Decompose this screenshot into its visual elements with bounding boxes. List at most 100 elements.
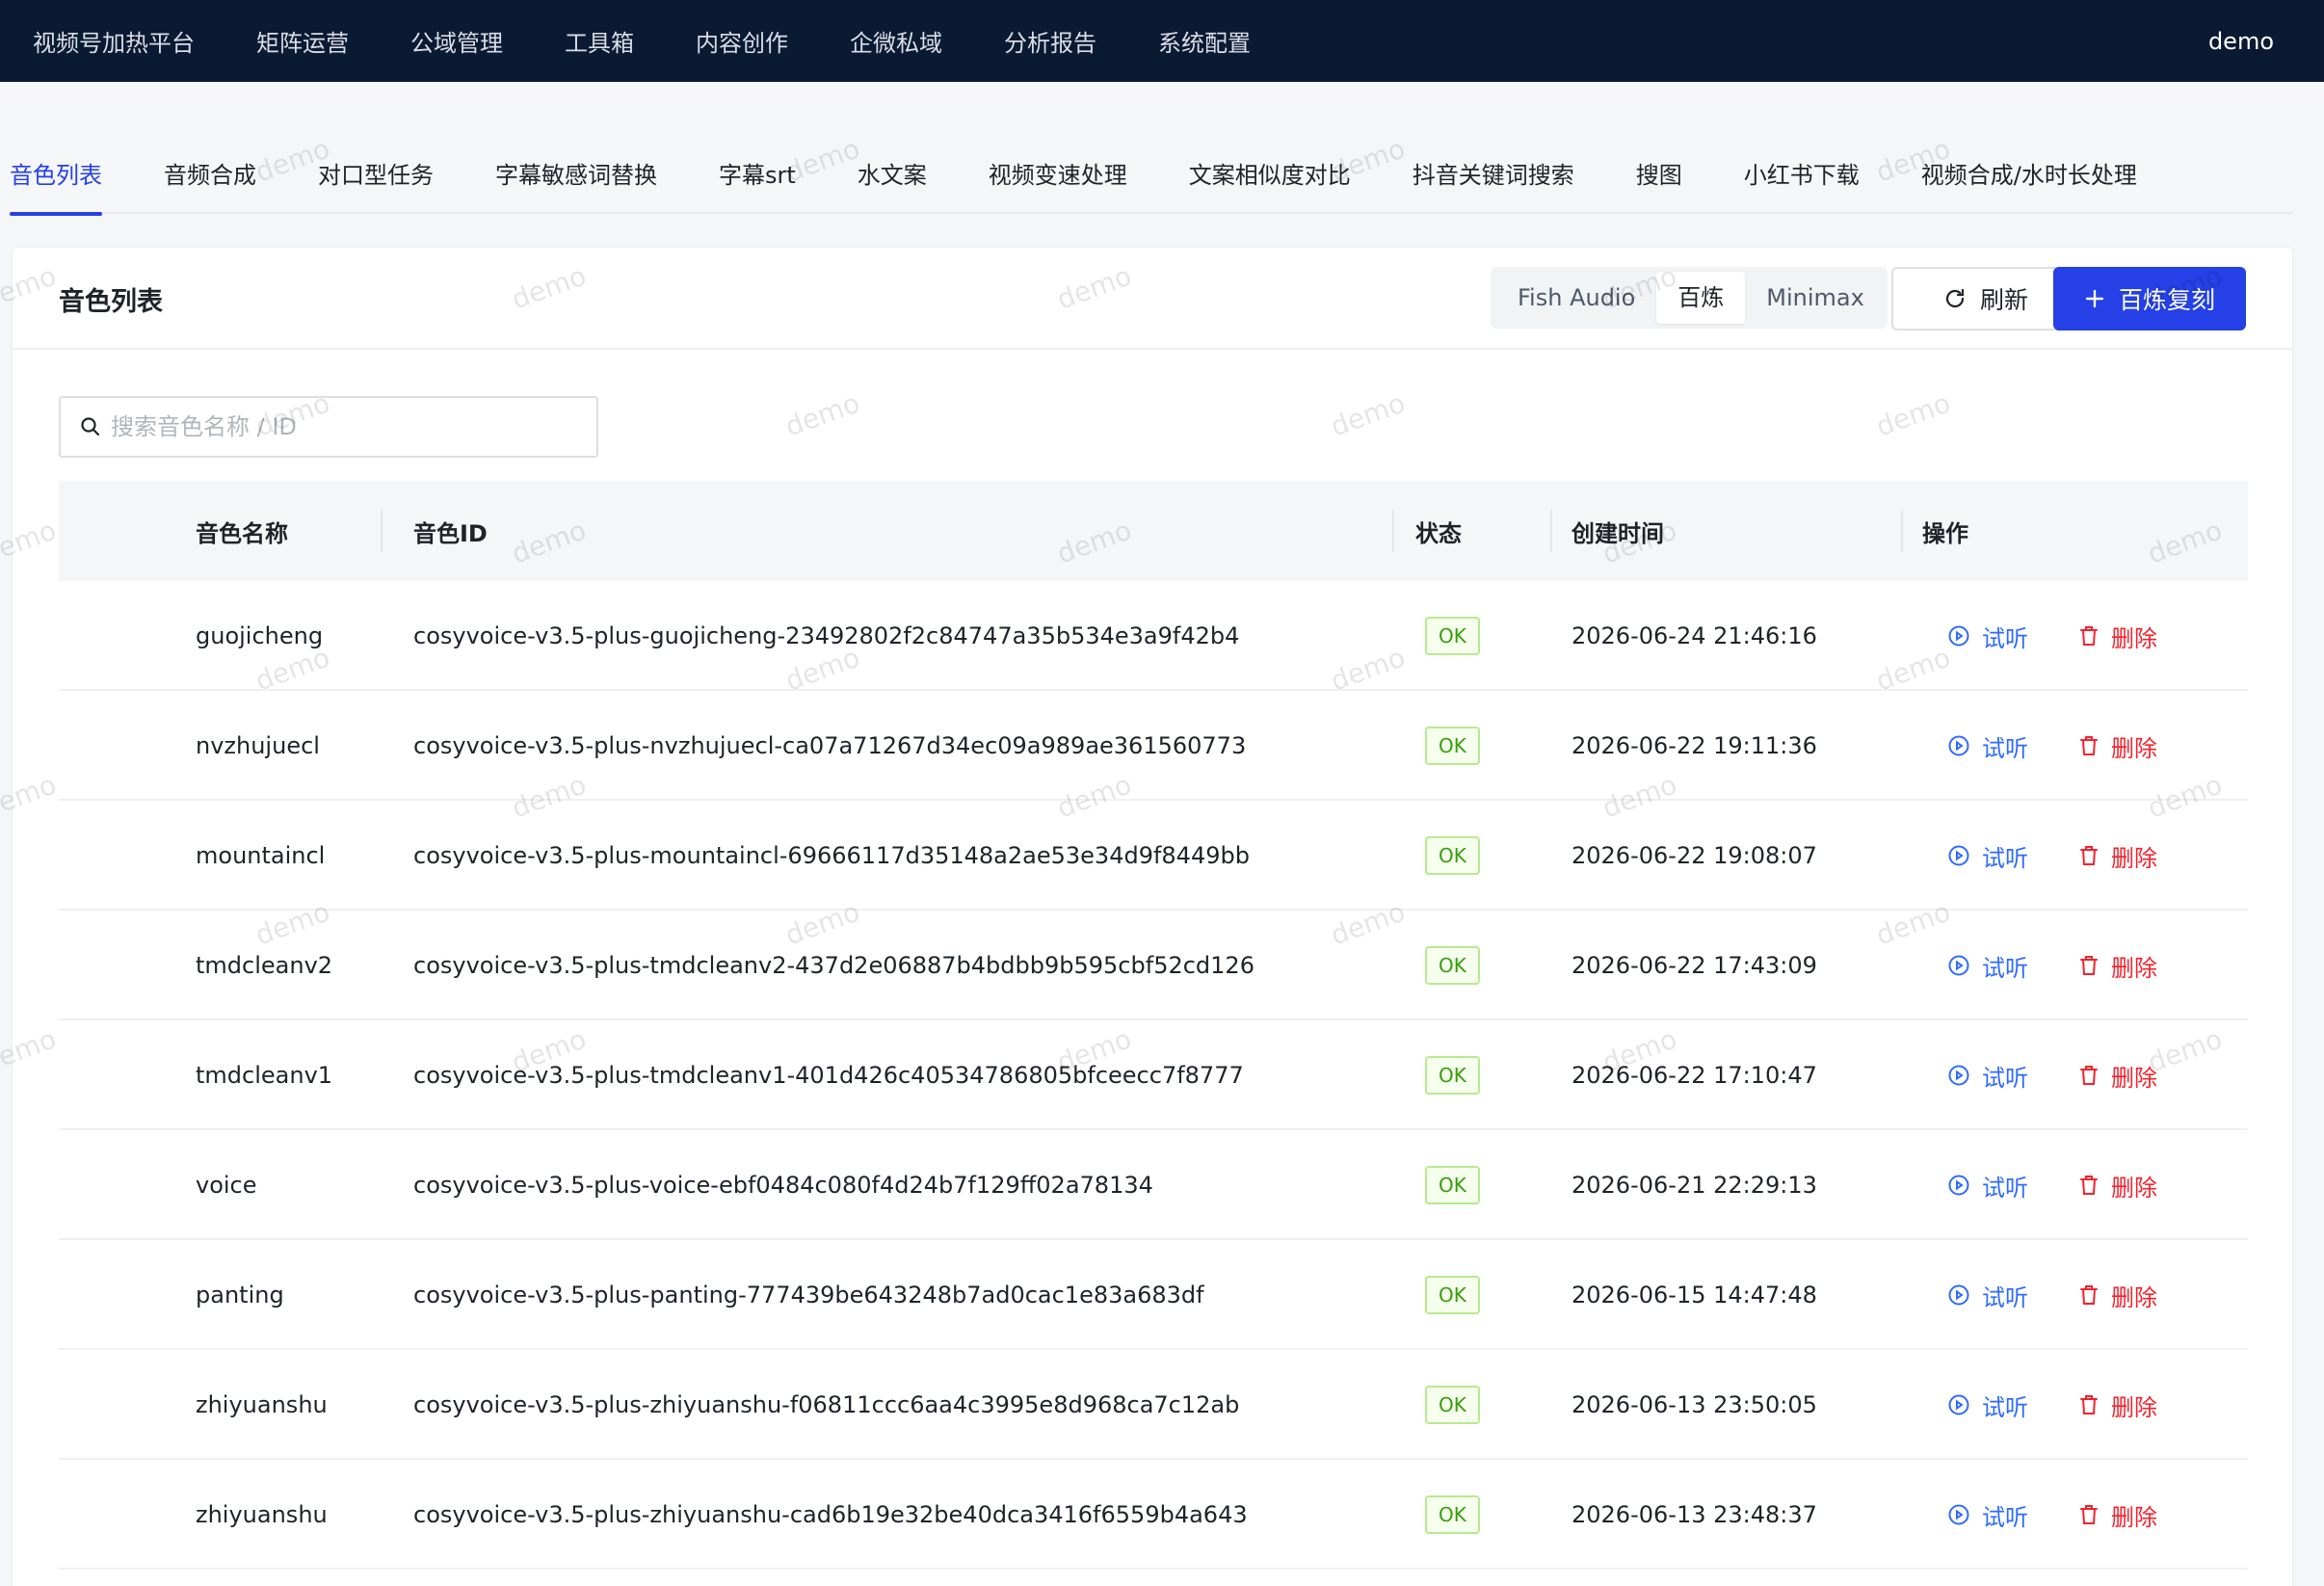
listen-button[interactable]: 试听 xyxy=(1947,1498,2028,1532)
listen-button[interactable]: 试听 xyxy=(1947,1059,2028,1093)
provider-minimax[interactable]: Minimax xyxy=(1745,272,1886,324)
table-row: tmdcleanv2 cosyvoice-v3.5-plus-tmdcleanv… xyxy=(59,911,2248,1020)
play-circle-icon xyxy=(1948,845,1969,866)
delete-button[interactable]: 删除 xyxy=(2078,1059,2157,1093)
play-circle-icon xyxy=(1948,1065,1969,1086)
bailian-clone-button[interactable]: 百炼复刻 xyxy=(2053,267,2246,330)
voice-list-card: 音色列表 Fish Audio 百炼 Minimax 刷新 百炼复刻 音色名称 xyxy=(12,247,2293,1586)
user-menu[interactable]: demo xyxy=(2208,0,2274,82)
card-header: 音色列表 Fish Audio 百炼 Minimax 刷新 百炼复刻 xyxy=(13,248,2292,350)
listen-button[interactable]: 试听 xyxy=(1947,1279,2028,1312)
search-input[interactable] xyxy=(111,413,573,440)
listen-action-cell: 试听 xyxy=(1947,911,2028,1020)
delete-button[interactable]: 删除 xyxy=(2078,1388,2157,1422)
listen-button[interactable]: 试听 xyxy=(1947,729,2028,763)
delete-button[interactable]: 删除 xyxy=(2078,620,2157,653)
tab-water-copy[interactable]: 水文案 xyxy=(858,125,927,214)
status-badge: OK xyxy=(1425,727,1480,765)
tab-subtitle-word-replace[interactable]: 字幕敏感词替换 xyxy=(495,125,657,214)
nav-item-analytics[interactable]: 分析报告 xyxy=(1004,24,1096,58)
play-circle-icon xyxy=(1948,625,1969,647)
delete-button[interactable]: 删除 xyxy=(2078,839,2157,873)
listen-button[interactable]: 试听 xyxy=(1947,1169,2028,1203)
provider-fish-audio[interactable]: Fish Audio xyxy=(1496,272,1656,324)
voice-name: zhiyuanshu xyxy=(196,1391,328,1418)
tab-image-search[interactable]: 搜图 xyxy=(1636,125,1682,214)
status-cell: OK xyxy=(1425,1350,1480,1460)
nav-item-video-heat[interactable]: 视频号加热平台 xyxy=(33,24,195,58)
status-cell: OK xyxy=(1425,1020,1480,1130)
listen-label: 试听 xyxy=(1982,1503,2028,1531)
trash-icon xyxy=(2080,1066,2098,1085)
trash-icon xyxy=(2080,1285,2098,1305)
search-box[interactable] xyxy=(59,396,598,458)
tab-lip-sync[interactable]: 对口型任务 xyxy=(318,125,434,214)
refresh-button[interactable]: 刷新 xyxy=(1891,267,2080,330)
voice-name: nvzhujuecl xyxy=(196,732,320,759)
tab-douyin-keyword-search[interactable]: 抖音关键词搜索 xyxy=(1413,125,1574,214)
voice-id: cosyvoice-v3.5-plus-tmdcleanv2-437d2e068… xyxy=(413,952,1254,979)
listen-button[interactable]: 试听 xyxy=(1947,1388,2028,1422)
created-time: 2026-06-13 23:50:05 xyxy=(1571,1391,1817,1418)
listen-label: 试听 xyxy=(1982,1174,2028,1202)
listen-button[interactable]: 试听 xyxy=(1947,839,2028,873)
trash-icon xyxy=(2080,956,2098,975)
status-badge: OK xyxy=(1425,1386,1480,1424)
created-time: 2026-06-22 17:10:47 xyxy=(1571,1062,1817,1089)
status-cell: OK xyxy=(1425,1240,1480,1350)
play-circle-icon xyxy=(1948,1284,1969,1306)
created-time: 2026-06-22 19:11:36 xyxy=(1571,732,1817,759)
tab-xiaohongshu-download[interactable]: 小红书下载 xyxy=(1744,125,1860,214)
nav-item-content-creation[interactable]: 内容创作 xyxy=(696,24,788,58)
col-divider xyxy=(1392,510,1394,552)
delete-button[interactable]: 删除 xyxy=(2078,949,2157,983)
voice-id: cosyvoice-v3.5-plus-tmdcleanv1-401d426c4… xyxy=(413,1062,1244,1089)
trash-icon xyxy=(2080,626,2098,646)
listen-action-cell: 试听 xyxy=(1947,691,2028,801)
listen-button[interactable]: 试听 xyxy=(1947,620,2028,653)
table-row: panting cosyvoice-v3.5-plus-panting-7774… xyxy=(59,1240,2248,1350)
status-badge: OK xyxy=(1425,946,1480,985)
delete-button[interactable]: 删除 xyxy=(2078,1279,2157,1312)
nav-item-public-domain[interactable]: 公域管理 xyxy=(410,24,503,58)
voice-id: cosyvoice-v3.5-plus-zhiyuanshu-f06811ccc… xyxy=(413,1391,1240,1418)
nav-item-wecom-private[interactable]: 企微私域 xyxy=(850,24,942,58)
status-cell: OK xyxy=(1425,691,1480,801)
listen-action-cell: 试听 xyxy=(1947,1020,2028,1130)
listen-action-cell: 试听 xyxy=(1947,1350,2028,1460)
listen-action-cell: 试听 xyxy=(1947,801,2028,911)
col-created-time: 创建时间 xyxy=(1571,519,1664,547)
top-nav: 视频号加热平台 矩阵运营 公域管理 工具箱 内容创作 企微私域 分析报告 系统配… xyxy=(0,0,1312,82)
delete-button[interactable]: 删除 xyxy=(2078,1498,2157,1532)
tab-audio-synthesis[interactable]: 音频合成 xyxy=(164,125,256,214)
tab-copy-similarity[interactable]: 文案相似度对比 xyxy=(1189,125,1351,214)
tab-video-speed[interactable]: 视频变速处理 xyxy=(989,125,1127,214)
delete-label: 删除 xyxy=(2111,624,2157,652)
table-row: nvzhujuecl cosyvoice-v3.5-plus-nvzhujuec… xyxy=(59,691,2248,801)
voice-table: 音色名称 音色ID 状态 创建时间 操作 guojicheng cosyvoic… xyxy=(59,481,2248,1570)
voice-id: cosyvoice-v3.5-plus-guojicheng-23492802f… xyxy=(413,622,1240,649)
listen-label: 试听 xyxy=(1982,1393,2028,1421)
play-circle-icon xyxy=(1948,1394,1969,1415)
voice-name: tmdcleanv2 xyxy=(196,952,333,979)
delete-button[interactable]: 删除 xyxy=(2078,1169,2157,1203)
delete-action-cell: 删除 xyxy=(2078,1350,2157,1460)
created-time: 2026-06-24 21:46:16 xyxy=(1571,622,1817,649)
voice-name: tmdcleanv1 xyxy=(196,1062,333,1089)
tab-voice-list[interactable]: 音色列表 xyxy=(10,125,102,216)
nav-item-toolbox[interactable]: 工具箱 xyxy=(565,24,634,58)
tab-video-compose[interactable]: 视频合成/水时长处理 xyxy=(1921,125,2137,214)
nav-item-matrix-ops[interactable]: 矩阵运营 xyxy=(256,24,349,58)
delete-action-cell: 删除 xyxy=(2078,1130,2157,1240)
listen-label: 试听 xyxy=(1982,734,2028,762)
col-divider xyxy=(1901,510,1903,552)
delete-button[interactable]: 删除 xyxy=(2078,729,2157,763)
tab-subtitle-srt[interactable]: 字幕srt xyxy=(719,125,796,214)
listen-button[interactable]: 试听 xyxy=(1947,949,2028,983)
trash-icon xyxy=(2080,1395,2098,1414)
refresh-label: 刷新 xyxy=(1979,286,2028,314)
provider-bailian[interactable]: 百炼 xyxy=(1656,272,1746,324)
status-badge: OK xyxy=(1425,1495,1480,1534)
nav-item-system-config[interactable]: 系统配置 xyxy=(1158,24,1251,58)
created-time: 2026-06-21 22:29:13 xyxy=(1571,1172,1817,1199)
